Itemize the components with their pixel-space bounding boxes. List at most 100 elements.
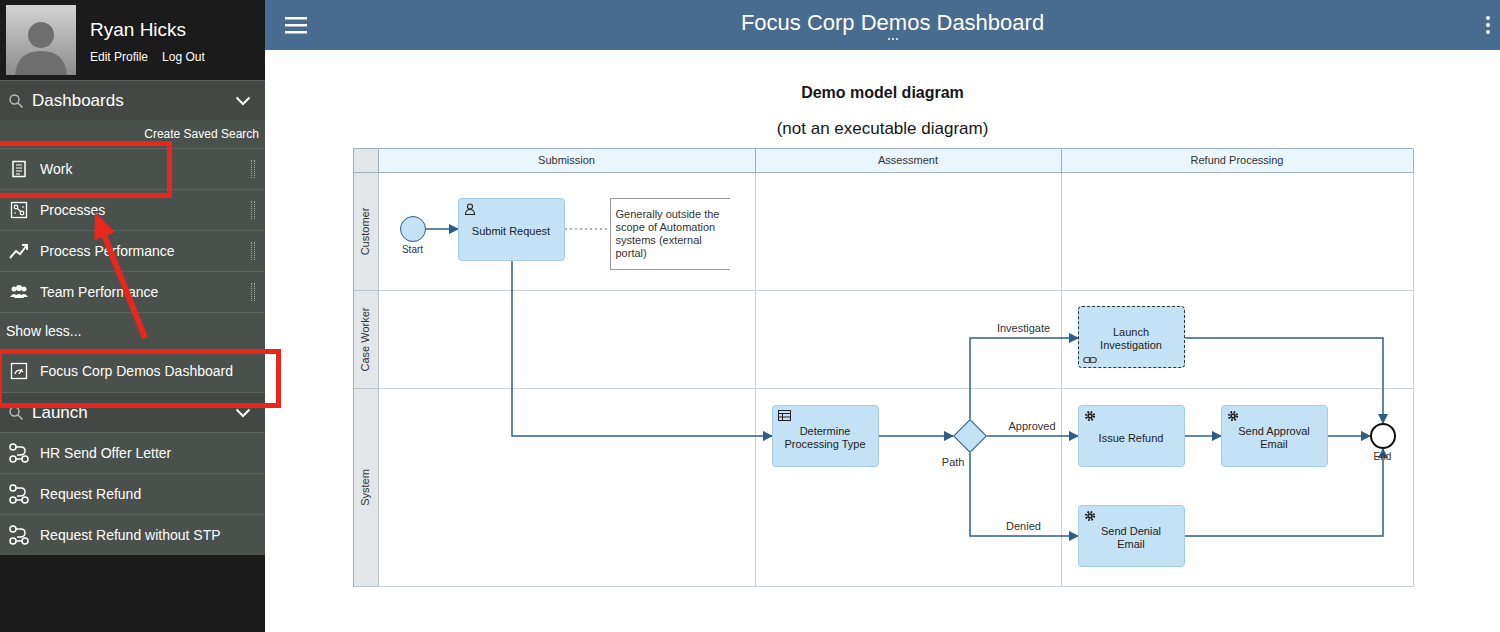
lane-cell [756,173,1062,291]
more-options-icon [1486,16,1490,34]
diagram-subtitle: (not an executable diagram) [777,117,989,141]
avatar-person-icon [11,13,71,75]
sidebar: Ryan Hicks Edit Profile Log Out Dashboards C… [0,0,265,632]
process-icon [8,524,30,546]
phase-header: Assessment [756,149,1062,173]
processes-icon [8,201,30,219]
diagram-title: Demo model diagram [801,82,964,104]
dashboard-icon [10,362,28,380]
phase-label: Refund Processing [1191,154,1284,167]
sidebar-item-label[interactable]: Focus Corp Demos Dashboard [40,362,255,380]
sidebar-item[interactable]: Processes [0,189,265,230]
user-info: Ryan Hicks Edit Profile Log Out [90,5,205,80]
phase-label: Submission [538,154,595,167]
user-profile: Ryan Hicks Edit Profile Log Out [0,0,265,80]
task[interactable]: Issue Refund [1078,405,1185,467]
task-label: Send Denial Email [1089,525,1174,551]
sidebar-item-label[interactable]: Process Performance [40,242,241,260]
search-icon [8,405,24,421]
avatar[interactable] [6,5,76,75]
table-icon [778,410,791,421]
flow-label: Approved [992,420,1072,433]
sidebar-item-label[interactable]: Processes [40,201,241,219]
sidebar-item-label[interactable]: Request Refund without STP [40,526,255,544]
sidebar-item-label[interactable]: Team Performance [40,283,241,301]
chevron-icon [235,96,251,106]
lane-cell [379,389,756,587]
sidebar-item-label[interactable]: Work [40,160,241,178]
sequence-flow [879,435,953,437]
section-title[interactable]: Launch [32,403,227,423]
association-line [565,228,610,230]
task-label: Launch Investigation [1089,326,1174,352]
process-icon [8,442,30,464]
sequence-flow [970,453,1078,536]
gear-icon [1084,510,1096,522]
create-saved-search-link[interactable]: Create Saved Search [144,127,259,141]
drag-handle-icon[interactable] [251,160,255,178]
user-name: Ryan Hicks [90,18,205,42]
sidebar-item[interactable]: Work [0,148,265,189]
work-icon [10,160,28,178]
task-label: Send Approval Email [1232,425,1317,451]
sequence-flow [1328,435,1370,437]
sidebar-item[interactable]: Process Performance [0,230,265,271]
section-header[interactable]: Dashboards [0,80,265,120]
more-options-icon[interactable] [1460,16,1500,34]
phase-header: Refund Processing [1062,149,1414,173]
flow-label: Denied [984,520,1064,533]
sidebar-menu: Dashboards Create Saved Search Work Process… [0,80,265,555]
start-event[interactable] [400,216,426,242]
flow-label: Investigate [984,322,1064,335]
lane-cell [1062,173,1414,291]
show-less-row[interactable]: Show less... [0,312,265,349]
section-title[interactable]: Dashboards [32,91,227,111]
dot [896,38,898,40]
sidebar-item[interactable]: Focus Corp Demos Dashboard [0,349,265,392]
sequence-flow [426,228,458,230]
sidebar-item-label[interactable]: Request Refund [40,485,255,503]
sidebar-item[interactable]: Request Refund without STP [0,514,265,555]
sidebar-item[interactable]: HR Send Offer Letter [0,432,265,473]
gateway-label: Path [935,456,965,469]
gear-icon [1084,410,1096,422]
profile-link[interactable]: Log Out [162,50,205,64]
phase-label: Assessment [878,154,938,167]
sidebar-item[interactable]: Team Performance [0,271,265,312]
drag-dots-icon[interactable] [888,38,898,40]
process-diagram: Submission Assessment Refund Processing Cus… [353,148,1413,586]
corner-cell [354,149,379,173]
task[interactable]: Send Approval Email [1221,405,1328,467]
task[interactable]: Send Denial Email [1078,505,1185,567]
subprocess-task[interactable]: Launch Investigation [1078,306,1185,368]
title-block: Focus Corp Demos Dashboard [325,10,1460,40]
drag-handle-icon[interactable] [251,283,255,301]
gear-icon [1084,410,1096,422]
sequence-flow [1185,435,1221,437]
person-icon [464,203,476,215]
sequence-flow [987,435,1078,437]
drag-handle-icon[interactable] [251,201,255,219]
drag-handle-icon[interactable] [251,242,255,260]
lane-label: System [359,469,372,506]
end-event[interactable] [1370,423,1396,449]
chevron-icon [235,96,251,106]
hamburger-icon[interactable] [265,16,325,34]
task[interactable]: Submit Request [458,198,565,261]
lane-header: Customer [354,173,379,291]
task-label: Issue Refund [1099,432,1164,445]
show-less-link[interactable]: Show less... [6,322,81,340]
lane-header: Case Worker [354,291,379,389]
section-header[interactable]: Launch [0,392,265,432]
task[interactable]: Determine Processing Type [772,405,879,467]
profile-link[interactable]: Edit Profile [90,50,148,64]
table-icon [778,410,791,421]
sidebar-item-label[interactable]: HR Send Offer Letter [40,444,255,462]
avatar-person-icon [11,13,71,75]
link-icon [1083,356,1097,364]
performance-icon [8,242,30,260]
text-annotation[interactable]: Generally outside the scope of Automatio… [610,198,730,270]
annotation-text: Generally outside the scope of Automatio… [616,208,725,260]
link-icon [1083,356,1097,364]
sidebar-item[interactable]: Request Refund [0,473,265,514]
